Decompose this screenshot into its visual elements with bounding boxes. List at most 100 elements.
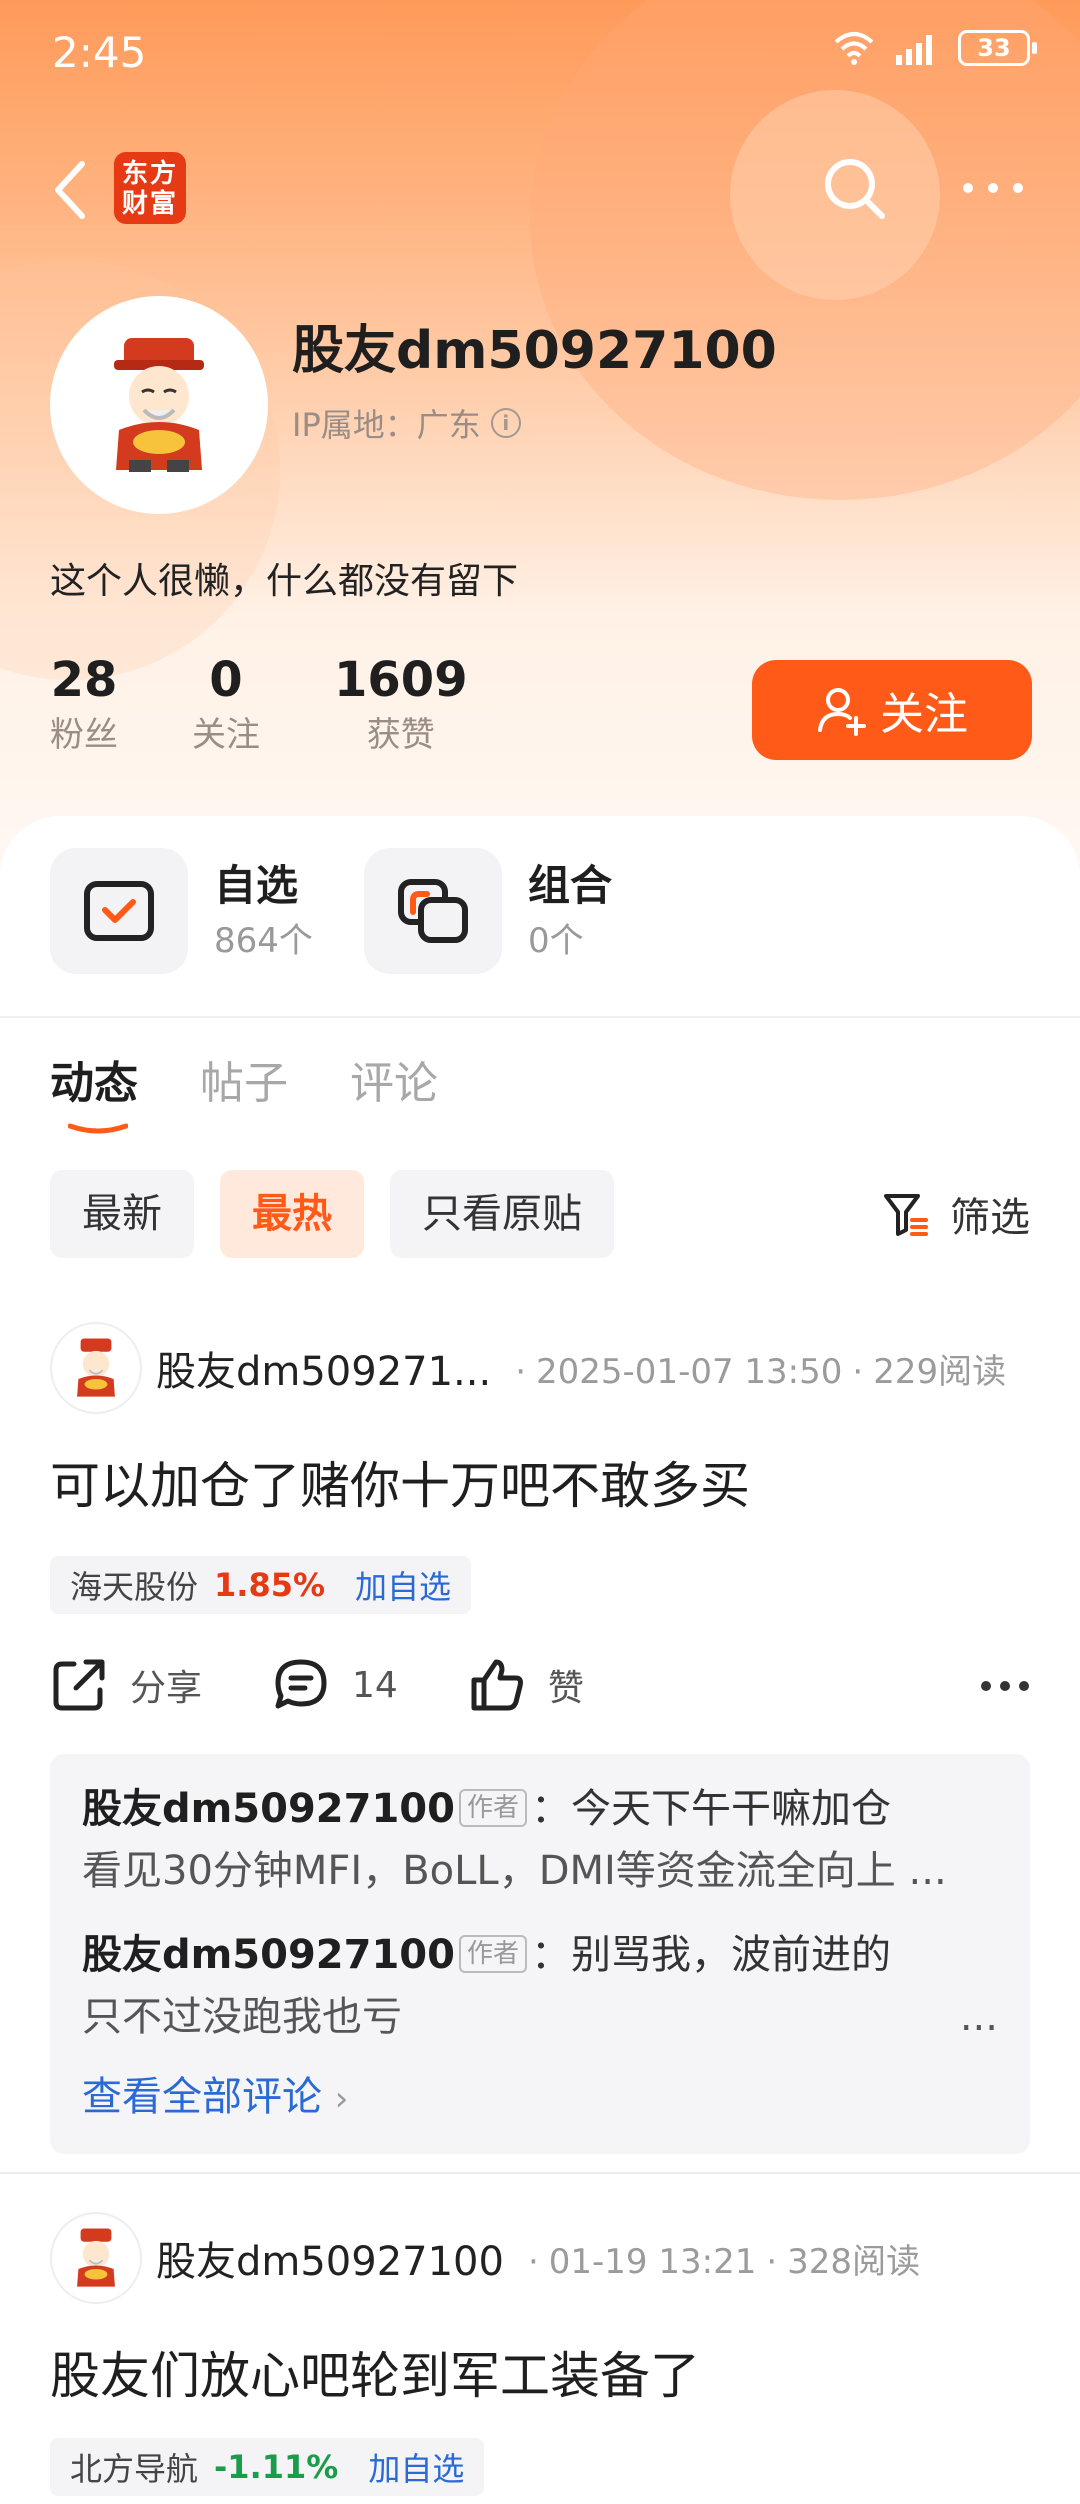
share-icon [53,1659,105,1711]
back-arrow-icon[interactable] [50,158,90,222]
profile-stats: 28 粉丝 0 关注 1609 获赞 [50,650,542,760]
stat-likes[interactable]: 1609 获赞 [334,650,468,760]
share-button[interactable]: 分享 [50,1656,202,1714]
status-icons: 33 [832,30,1037,66]
tab-comments[interactable]: 评论 [350,1052,438,1116]
profile-avatar[interactable] [50,296,268,514]
top-nav: 东方 财富 [0,140,1080,240]
chevron-right-icon: › [334,2079,349,2119]
post-header: 股友dm50927100 · 01-19 13:21 · 328阅读 [50,2212,920,2304]
stat-value: 28 [50,652,118,708]
share-label: 分享 [130,1668,203,1709]
filter-icon [884,1194,928,1236]
tab-activity[interactable]: 动态 [50,1052,138,1116]
post-title[interactable]: 股友们放心吧轮到军工装备了 [50,2336,700,2408]
post-header: 股友dm509271... · 2025-01-07 13:50 · 229阅读 [50,1322,1006,1414]
comment-text-continued: 只不过没跑我也亏 [82,1994,402,2040]
wifi-icon [834,32,874,65]
search-icon[interactable] [818,152,890,224]
avatar-illustration-icon [77,2228,115,2287]
chip-latest[interactable]: 最新 [50,1170,194,1258]
stat-following[interactable]: 0 关注 [192,650,260,760]
avatar-illustration-icon [77,1338,115,1397]
add-user-icon [818,688,866,736]
post-author-avatar[interactable] [50,2212,142,2304]
comment-item[interactable]: 股友dm50927100 作者 ：别骂我，波前进的 [82,1924,998,1986]
info-icon[interactable]: i [490,408,521,438]
status-bar: 2:45 33 [0,0,1080,100]
signal-icon [896,35,932,65]
watchlist-portfolio[interactable]: 组合 0个 [364,816,612,1006]
comment-count: 14 [352,1664,398,1706]
view-all-comments-link[interactable]: 查看全部评论 › [82,2062,998,2134]
chip-hottest[interactable]: 最热 [220,1170,364,1258]
post-author-name[interactable]: 股友dm509271... [156,1339,491,1397]
more-options-icon[interactable] [980,1666,1030,1706]
watchlist-self[interactable]: 自选 864个 [50,816,313,1006]
post-author-name[interactable]: 股友dm50927100 [156,2229,504,2287]
app-logo: 东方 财富 [114,152,186,224]
watchlist-title: 自选 [214,861,299,910]
stock-change: -1.11% [214,2448,339,2486]
stock-name: 北方导航 [70,2450,199,2488]
watchlist-count: 864个 [214,921,313,961]
ellipsis-icon: ... [959,1994,998,2040]
comment-text-continued: 看见30分钟MFI，BoLL，DMI等资金流全向上 ... [82,1848,947,1894]
stat-fans[interactable]: 28 粉丝 [50,650,118,760]
watchlist-title: 组合 [528,861,613,910]
comment-button[interactable]: 14 [272,1656,398,1714]
avatar-illustration-icon [114,338,204,472]
filter-label: 筛选 [950,1195,1030,1241]
more-options-icon[interactable] [958,168,1028,208]
post-actions: 分享 14 赞 [50,1650,1030,1720]
post-title[interactable]: 可以加仓了赌你十万吧不敢多买 [50,1446,750,1518]
stat-value: 1609 [334,652,468,708]
comment-text: ：别骂我，波前进的 [530,1932,891,1978]
stock-tag[interactable]: 海天股份 1.85% 加自选 [50,1556,472,1614]
stat-label: 粉丝 [50,715,118,755]
author-badge: 作者 [458,1935,527,1973]
post-item[interactable]: 股友dm50927100 · 01-19 13:21 · 328阅读 股友们放心吧轮到… [0,2212,1080,2502]
post-reads: 229阅读 [873,1351,1007,1392]
watchlist-icon-box [364,848,502,974]
watchlist-count: 0个 [528,921,584,961]
stat-value: 0 [209,652,243,708]
post-time: 01-19 13:21 [548,2241,757,2282]
profile-bio: 这个人很懒，什么都没有留下 [50,561,519,602]
post-meta: · 01-19 13:21 · 328阅读 [527,2241,921,2282]
comments-preview: 股友dm50927100 作者 ：今天下午干嘛加仓 看见30分钟MFI，BoLL，D… [50,1754,1030,2154]
add-to-watchlist-link[interactable]: 加自选 [355,1562,451,1608]
content-card: 自选 864个 组合 0个 动态 帖子 评论 最新 最热 只看原贴 筛选 股友d… [0,816,1080,2504]
checkbox-icon [84,881,154,941]
stat-label: 关注 [192,715,260,755]
ip-location-label: IP属地：广东 [292,406,481,444]
thumbs-up-icon [471,1659,523,1711]
stock-tag[interactable]: 北方导航 -1.11% 加自选 [50,2438,485,2496]
post-time: 2025-01-07 13:50 [536,1351,843,1392]
comment-icon [275,1659,327,1709]
comment-item[interactable]: 股友dm50927100 作者 ：今天下午干嘛加仓 [82,1778,998,1840]
post-separator [0,2172,1080,2174]
sort-chips: 最新 最热 只看原贴 [50,1170,614,1258]
stock-change: 1.85% [214,1566,326,1604]
ip-location: IP属地：广东 i [292,400,521,446]
portfolio-icon [398,879,468,943]
follow-button[interactable]: 关注 [752,660,1032,760]
comment-author[interactable]: 股友dm50927100 [82,1932,455,1978]
watchlist-icon-box [50,848,188,974]
profile-username: 股友dm50927100 [292,321,777,381]
comment-author[interactable]: 股友dm50927100 [82,1786,455,1832]
like-button[interactable]: 赞 [468,1656,584,1714]
chip-original-only[interactable]: 只看原贴 [390,1170,614,1258]
stat-label: 获赞 [366,715,435,755]
add-to-watchlist-link[interactable]: 加自选 [368,2444,464,2490]
author-badge: 作者 [458,1789,527,1827]
tab-posts[interactable]: 帖子 [200,1052,288,1116]
stock-name: 海天股份 [70,1568,199,1606]
post-author-avatar[interactable] [50,1322,142,1414]
post-meta: · 2025-01-07 13:50 · 229阅读 [515,1351,1007,1392]
filter-button[interactable]: 筛选 [882,1170,1030,1258]
post-item[interactable]: 股友dm509271... · 2025-01-07 13:50 · 229阅读 可以… [0,1322,1080,2172]
follow-button-label: 关注 [880,689,968,740]
status-time: 2:45 [52,28,147,77]
